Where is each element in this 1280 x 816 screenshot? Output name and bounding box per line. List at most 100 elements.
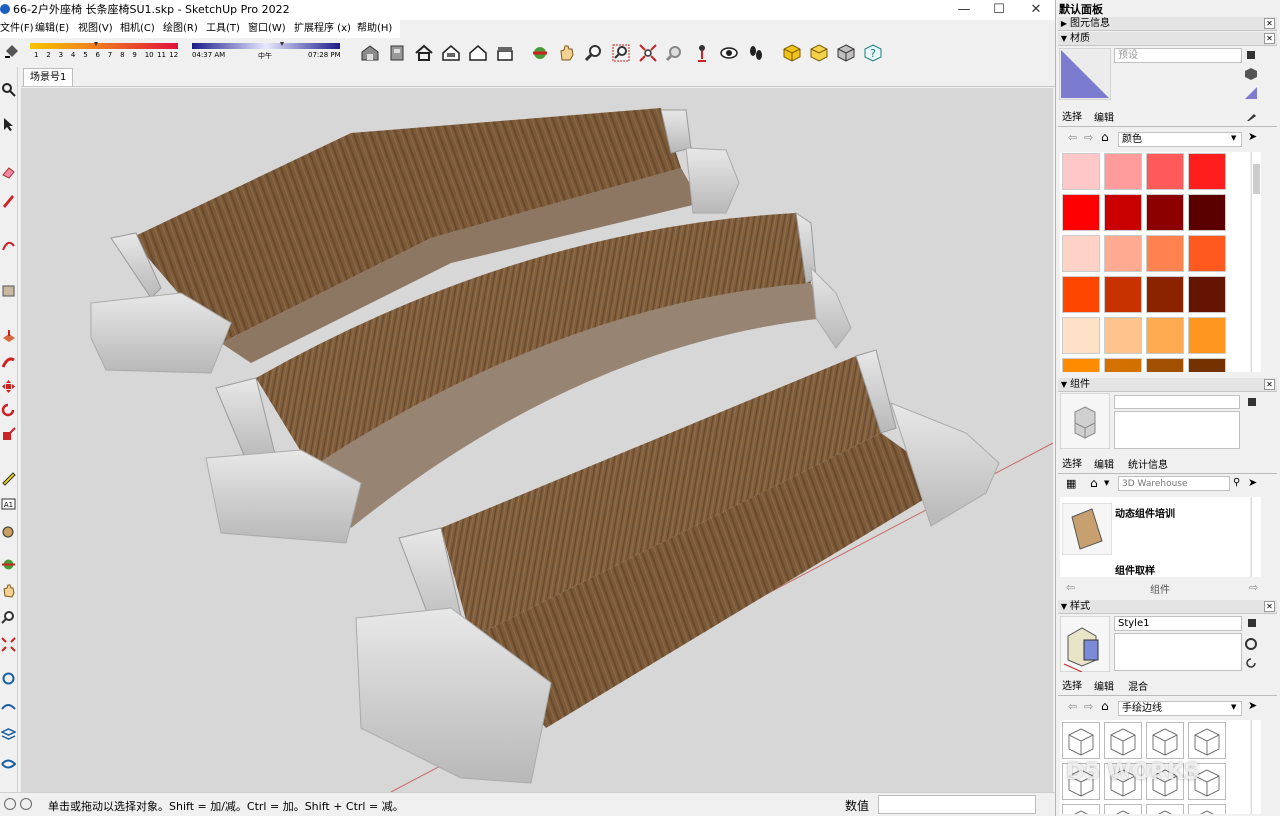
component-search-input[interactable] <box>1118 476 1230 491</box>
style-thumbnail[interactable] <box>1104 722 1142 759</box>
layers-icon[interactable] <box>1 727 16 742</box>
color-swatch[interactable] <box>1188 276 1226 313</box>
menu-view[interactable]: 视图(V) <box>78 23 113 35</box>
entity-info-header[interactable]: ▶ 图元信息 ✕ <box>1058 17 1277 31</box>
time-slider-track[interactable] <box>192 43 340 49</box>
orbit-icon[interactable] <box>530 43 550 63</box>
component-yellow-icon[interactable] <box>782 43 802 63</box>
month-slider-track[interactable] <box>30 43 178 49</box>
color-swatch[interactable] <box>1062 358 1100 372</box>
pencil-icon[interactable] <box>1 193 16 208</box>
menu-file[interactable]: 文件(F) <box>0 23 34 35</box>
paint-bucket-icon[interactable] <box>3 42 21 60</box>
color-swatch[interactable] <box>1062 235 1100 272</box>
refresh-icon[interactable] <box>1244 656 1258 670</box>
maximize-button[interactable]: ☐ <box>981 0 1017 20</box>
material-cube-icon[interactable] <box>1244 67 1258 81</box>
color-swatch[interactable] <box>1062 194 1100 231</box>
follow-me-icon[interactable] <box>1 354 16 369</box>
rectangle-icon[interactable] <box>1 283 16 298</box>
styles-tab-mix[interactable]: 混合 <box>1128 681 1148 694</box>
scale-icon[interactable] <box>1 427 16 442</box>
bench-2-right-base[interactable] <box>810 266 852 349</box>
component-menu-icon[interactable] <box>1246 396 1258 408</box>
style-thumbnail[interactable] <box>1188 804 1226 814</box>
list-item[interactable]: 动态组件培训 <box>1060 503 1250 559</box>
zoom-icon[interactable] <box>584 43 604 63</box>
color-swatch[interactable] <box>1062 153 1100 190</box>
front-view-icon[interactable] <box>441 43 461 63</box>
select-arrow-icon[interactable] <box>1 117 16 132</box>
color-swatch[interactable] <box>1188 317 1226 354</box>
color-swatch[interactable] <box>1146 235 1184 272</box>
styles-tab-select[interactable]: 选择 <box>1062 680 1082 693</box>
forward-arrow-icon[interactable]: ⇨ <box>1084 131 1093 144</box>
component-name-field[interactable] <box>1114 395 1240 409</box>
create-style-icon[interactable] <box>1246 617 1258 629</box>
color-swatch[interactable] <box>1104 317 1142 354</box>
warehouse-icon[interactable] <box>360 43 380 63</box>
default-material-icon[interactable] <box>1244 86 1258 100</box>
forward-arrow-icon[interactable]: ⇨ <box>1249 581 1258 594</box>
color-swatch[interactable] <box>1062 317 1100 354</box>
previous-view-icon[interactable] <box>665 43 685 63</box>
stamp-icon[interactable] <box>1 757 16 772</box>
components-tab-select[interactable]: 选择 <box>1062 458 1082 471</box>
style-description-field[interactable] <box>1114 633 1242 671</box>
home-view-icon[interactable] <box>414 43 434 63</box>
minimize-button[interactable]: — <box>946 0 982 20</box>
color-swatch[interactable] <box>1104 194 1142 231</box>
bench-1-right-base[interactable] <box>685 147 740 214</box>
color-swatch[interactable] <box>1188 153 1226 190</box>
materials-tab-select[interactable]: 选择 <box>1062 111 1082 124</box>
materials-tab-edit[interactable]: 编辑 <box>1094 112 1114 125</box>
component-description-field[interactable] <box>1114 411 1240 449</box>
zoom-extents-left-icon[interactable] <box>1 637 16 652</box>
back-arrow-icon[interactable]: ⇦ <box>1068 700 1077 713</box>
color-swatch[interactable] <box>1062 276 1100 313</box>
arc-icon[interactable] <box>1 238 16 253</box>
component-grey-icon[interactable] <box>836 43 856 63</box>
color-swatch[interactable] <box>1146 358 1184 372</box>
orbit-left-icon[interactable] <box>1 557 16 572</box>
back-arrow-icon[interactable]: ⇦ <box>1068 131 1077 144</box>
push-pull-icon[interactable] <box>1 329 16 344</box>
components-tab-edit[interactable]: 编辑 <box>1094 459 1114 472</box>
color-swatch[interactable] <box>1188 235 1226 272</box>
scene-tab[interactable]: 场景号1 <box>23 68 74 86</box>
color-swatch[interactable] <box>1188 358 1226 372</box>
styles-category-select[interactable]: 手绘边线 <box>1118 701 1242 716</box>
components-scrollbar[interactable] <box>1251 497 1261 577</box>
modeling-viewport[interactable] <box>21 88 1053 792</box>
chevron-down-icon[interactable]: ▼ <box>1104 479 1109 487</box>
home-icon[interactable]: ⌂ <box>1101 699 1109 713</box>
back-view-icon[interactable] <box>495 43 515 63</box>
update-style-icon[interactable] <box>1244 637 1258 651</box>
geo-location-icon[interactable] <box>4 798 16 810</box>
move-icon[interactable] <box>1 379 16 394</box>
close-icon[interactable]: ✕ <box>1264 601 1275 612</box>
color-swatch[interactable] <box>1104 276 1142 313</box>
details-arrow-icon[interactable]: ➤ <box>1248 476 1257 489</box>
home-icon[interactable]: ⌂ <box>1101 130 1109 144</box>
right-view-icon[interactable] <box>468 43 488 63</box>
position-camera-icon[interactable] <box>692 43 712 63</box>
tape-measure-icon[interactable] <box>1 471 16 486</box>
menu-window[interactable]: 窗口(W) <box>248 23 286 35</box>
style-name-field[interactable]: Style1 <box>1114 616 1242 631</box>
home-icon[interactable]: ⌂ <box>1090 476 1098 490</box>
component-yellow-2-icon[interactable] <box>809 43 829 63</box>
menu-extensions[interactable]: 扩展程序 (x) <box>294 23 351 35</box>
text-icon[interactable]: A1 <box>1 497 16 512</box>
menu-help[interactable]: 帮助(H) <box>357 23 392 35</box>
components-tab-statistics[interactable]: 统计信息 <box>1128 459 1168 472</box>
details-arrow-icon[interactable]: ➤ <box>1248 699 1257 712</box>
style-thumbnail[interactable] <box>1188 722 1226 759</box>
close-button[interactable]: ✕ <box>1018 0 1054 20</box>
materials-header[interactable]: ▼ 材质 ✕ <box>1058 32 1277 46</box>
color-swatch[interactable] <box>1146 317 1184 354</box>
close-icon[interactable]: ✕ <box>1264 33 1275 44</box>
eraser-icon[interactable] <box>1 165 16 180</box>
color-swatch[interactable] <box>1146 194 1184 231</box>
search-icon[interactable]: ⚲ <box>1233 477 1240 488</box>
